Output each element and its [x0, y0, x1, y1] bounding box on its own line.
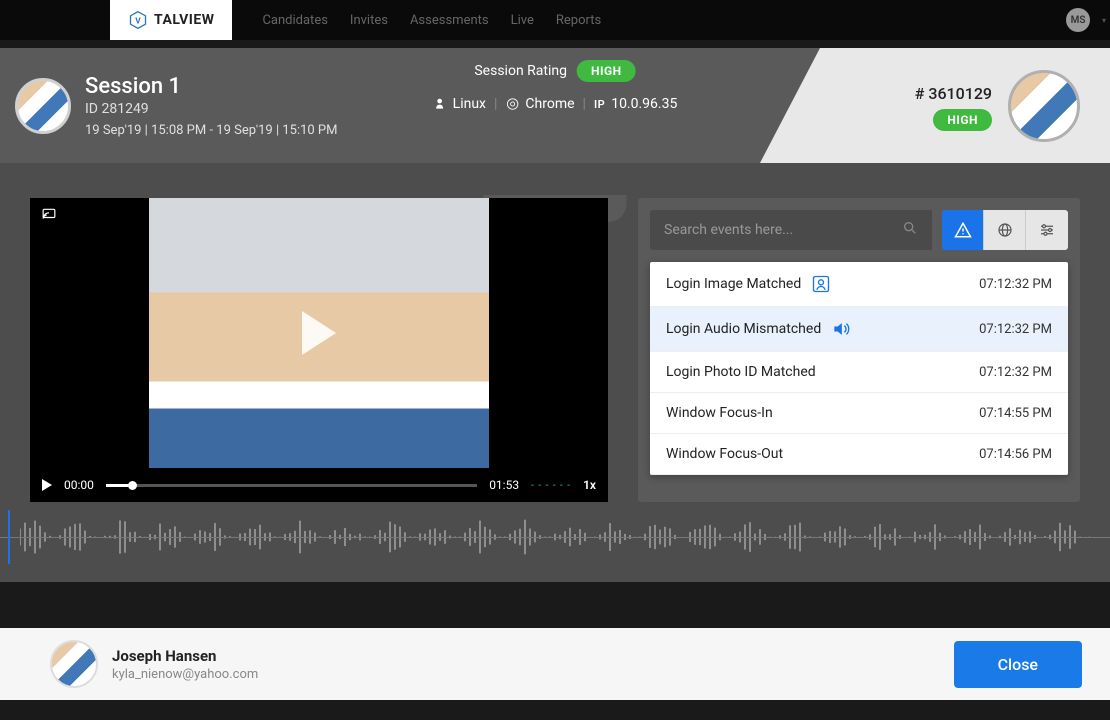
globe-filter-button[interactable] [984, 210, 1026, 250]
video-controls: 00:00 01:53 - - - - - - 1x [30, 468, 608, 502]
browser-info: Chrome [505, 96, 574, 112]
candidate-block: # 3610129 HIGH [760, 48, 1110, 163]
session-timerange: 19 Sep'19 | 15:08 PM - 19 Sep'19 | 15:10… [85, 123, 337, 138]
sliders-icon [1038, 221, 1056, 239]
event-row[interactable]: Login Image Matched 07:12:32 PM [650, 262, 1068, 307]
rating-label: Session Rating [474, 63, 567, 79]
nav-invites[interactable]: Invites [350, 13, 388, 28]
brand-logo[interactable]: V TALVIEW [110, 0, 232, 40]
session-id: ID 281249 [85, 101, 337, 117]
audio-icon [831, 319, 851, 339]
alert-triangle-icon [954, 221, 972, 239]
session-center-info: Session Rating HIGH Linux | Chrome | IP … [433, 60, 678, 112]
seek-track[interactable] [106, 484, 477, 487]
event-label: Window Focus-Out [666, 446, 783, 462]
alerts-filter-button[interactable] [942, 210, 984, 250]
video-player: 00:00 01:53 - - - - - - 1x [30, 198, 608, 502]
event-time: 07:12:32 PM [979, 277, 1052, 292]
events-list[interactable]: Login Image Matched07:12:32 PMLogin Audi… [650, 262, 1068, 475]
time-total: 01:53 [489, 478, 519, 492]
nav-assessments[interactable]: Assessments [410, 13, 489, 28]
nav-live[interactable]: Live [511, 13, 534, 28]
event-label: Login Audio Mismatched [666, 321, 821, 337]
play-small-button[interactable] [42, 479, 52, 491]
nav-candidates[interactable]: Candidates [262, 13, 327, 28]
ip-info: IP 10.0.96.35 [594, 96, 677, 112]
profile-menu[interactable]: MS [1066, 8, 1090, 32]
event-label: Window Focus-In [666, 405, 773, 421]
event-row[interactable]: Window Focus-In 07:14:55 PM [650, 393, 1068, 434]
face-icon [811, 274, 831, 294]
logo-hexagon-icon: V [128, 10, 148, 30]
footer-avatar[interactable] [50, 640, 98, 688]
chevron-down-icon: ▾ [1102, 16, 1106, 25]
candidate-id: # 3610129 [915, 84, 992, 103]
event-time: 07:14:55 PM [979, 406, 1052, 421]
search-icon[interactable] [902, 220, 918, 240]
footer-bar: Joseph Hansen kyla_nienow@yahoo.com Clos… [0, 628, 1110, 700]
top-navigation: V TALVIEW Candidates Invites Assessments… [0, 0, 1110, 40]
svg-text:V: V [135, 16, 141, 26]
environment-row: Linux | Chrome | IP 10.0.96.35 [433, 96, 678, 112]
signal-indicator: - - - - - - [531, 480, 571, 491]
close-button[interactable]: Close [954, 641, 1082, 688]
footer-name: Joseph Hansen [112, 647, 258, 665]
events-panel: Login Image Matched07:12:32 PMLogin Audi… [638, 198, 1080, 502]
cast-icon[interactable] [42, 208, 56, 224]
video-canvas[interactable] [30, 198, 608, 468]
event-time: 07:12:32 PM [979, 365, 1052, 380]
nav-links: Candidates Invites Assessments Live Repo… [262, 13, 601, 28]
audio-timeline[interactable] [0, 502, 1110, 572]
event-time: 07:12:32 PM [979, 322, 1052, 337]
globe-icon [996, 221, 1014, 239]
event-label: Login Photo ID Matched [666, 364, 816, 380]
session-header: Session 1 ID 281249 19 Sep'19 | 15:08 PM… [0, 48, 1110, 163]
event-row[interactable]: Window Focus-Out 07:14:56 PM [650, 434, 1068, 475]
search-input[interactable] [664, 222, 902, 238]
session-avatar[interactable] [15, 78, 71, 134]
time-current: 00:00 [64, 478, 94, 492]
nav-reports[interactable]: Reports [556, 13, 601, 28]
playback-speed[interactable]: 1x [583, 478, 596, 492]
events-search[interactable] [650, 210, 932, 250]
chrome-icon [505, 97, 519, 111]
linux-icon [433, 97, 447, 111]
footer-email: kyla_nienow@yahoo.com [112, 667, 258, 682]
candidate-badge: HIGH [933, 109, 992, 131]
play-button[interactable] [302, 311, 336, 355]
timeline-cursor[interactable] [8, 510, 10, 564]
os-info: Linux [433, 96, 486, 112]
rating-badge: HIGH [577, 60, 636, 82]
settings-filter-button[interactable] [1026, 210, 1068, 250]
event-time: 07:14:56 PM [979, 447, 1052, 462]
brand-name: TALVIEW [154, 12, 214, 28]
session-title: Session 1 [85, 74, 337, 99]
event-row[interactable]: Login Photo ID Matched 07:12:32 PM [650, 352, 1068, 393]
event-label: Login Image Matched [666, 276, 801, 292]
candidate-avatar[interactable] [1008, 70, 1080, 142]
event-row[interactable]: Login Audio Mismatched 07:12:32 PM [650, 307, 1068, 352]
